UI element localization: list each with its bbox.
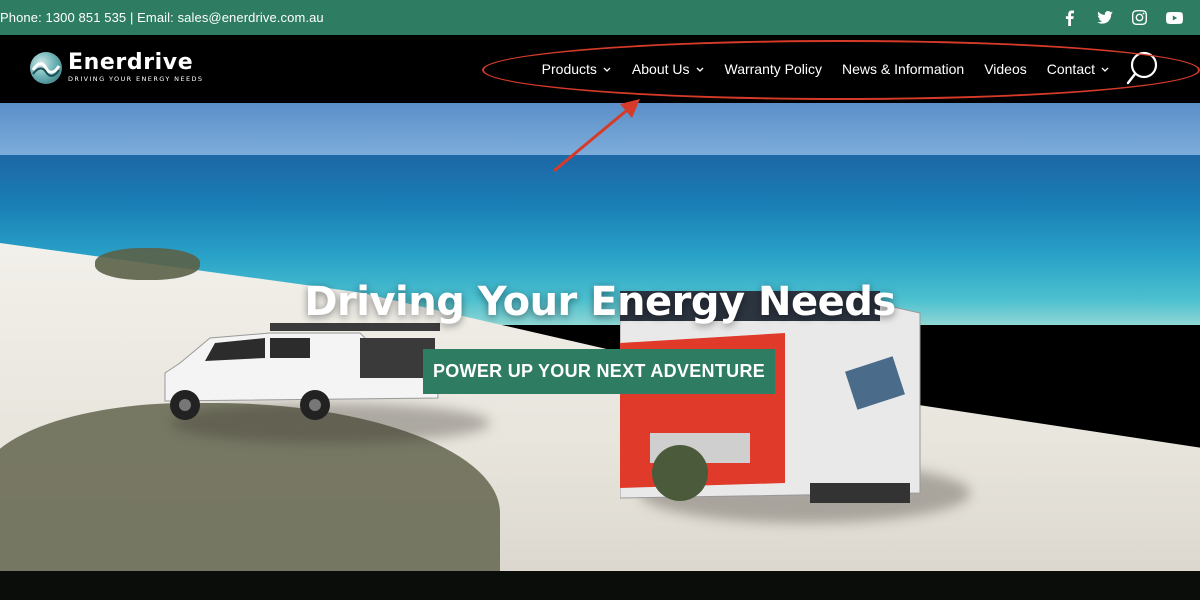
nav-label: Contact bbox=[1046, 61, 1095, 77]
logo-tagline: DRIVING YOUR ENERGY NEEDS bbox=[68, 75, 204, 83]
main-navigation: Products About Us Warranty Policy News &… bbox=[522, 35, 1200, 103]
nav-label: Videos bbox=[984, 61, 1027, 77]
nav-label: About Us bbox=[631, 61, 690, 77]
facebook-icon[interactable] bbox=[1052, 0, 1087, 35]
contact-info: Phone: 1300 851 535 | Email: sales@enerd… bbox=[0, 10, 324, 25]
logo-mark-icon bbox=[30, 52, 62, 84]
bush-image bbox=[95, 248, 200, 280]
bottom-band bbox=[0, 571, 1200, 600]
nav-label: Warranty Policy bbox=[724, 61, 823, 77]
nav-item-news-information[interactable]: News & Information bbox=[842, 61, 964, 77]
site-header: Enerdrive DRIVING YOUR ENERGY NEEDS Prod… bbox=[0, 35, 1200, 103]
twitter-icon[interactable] bbox=[1087, 0, 1122, 35]
social-links bbox=[1052, 0, 1192, 35]
youtube-icon[interactable] bbox=[1157, 0, 1192, 35]
enerdrive-logo[interactable]: Enerdrive DRIVING YOUR ENERGY NEEDS bbox=[30, 52, 203, 84]
power-up-cta-button[interactable]: POWER UP YOUR NEXT ADVENTURE bbox=[423, 349, 775, 394]
hero-title: Driving Your Energy Needs bbox=[304, 279, 896, 325]
nav-label: News & Information bbox=[842, 61, 965, 77]
nav-label: Products bbox=[541, 61, 597, 77]
nav-item-warranty-policy[interactable]: Warranty Policy bbox=[725, 61, 823, 77]
hero-sky bbox=[0, 103, 1200, 158]
search-icon[interactable] bbox=[1124, 49, 1160, 89]
chevron-down-icon bbox=[695, 64, 705, 74]
chevron-down-icon bbox=[1100, 64, 1110, 74]
nav-item-videos[interactable]: Videos bbox=[984, 61, 1027, 77]
hero-banner: Driving Your Energy Needs POWER UP YOUR … bbox=[0, 103, 1200, 571]
logo-brand-text: Enerdrive bbox=[68, 50, 194, 75]
nav-item-about-us[interactable]: About Us bbox=[632, 61, 705, 77]
instagram-icon[interactable] bbox=[1122, 0, 1157, 35]
chevron-down-icon bbox=[602, 64, 612, 74]
nav-item-contact[interactable]: Contact bbox=[1047, 61, 1110, 77]
nav-item-products[interactable]: Products bbox=[542, 61, 612, 77]
top-bar: Phone: 1300 851 535 | Email: sales@enerd… bbox=[0, 0, 1200, 35]
truck-image bbox=[164, 323, 440, 420]
